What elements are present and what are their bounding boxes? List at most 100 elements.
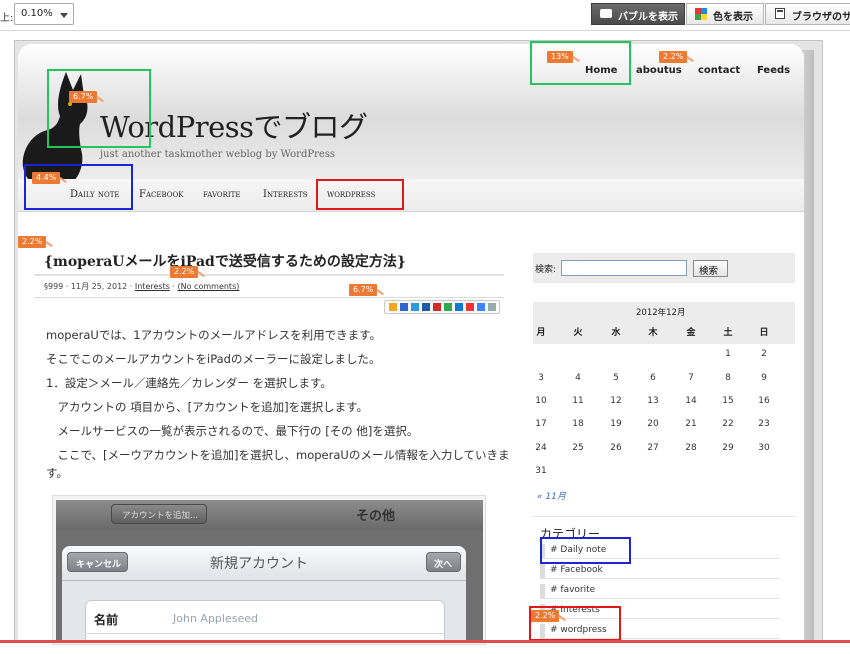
calendar-day: 13 bbox=[647, 396, 659, 406]
divider bbox=[34, 297, 504, 298]
hatena-icon[interactable] bbox=[422, 303, 430, 311]
post-meta: §999 · 11月 25, 2012 · Interests · (No co… bbox=[44, 281, 239, 292]
delicious-icon[interactable] bbox=[400, 303, 408, 311]
calendar-day: 30 bbox=[758, 443, 770, 453]
calendar-day: 9 bbox=[761, 373, 767, 383]
calendar-day: 25 bbox=[572, 443, 584, 453]
calendar-day: 20 bbox=[647, 419, 659, 429]
click-rate-badge: 2.2% bbox=[531, 610, 560, 622]
divider bbox=[34, 274, 504, 276]
show-colors-button[interactable]: 色を表示 bbox=[686, 3, 764, 25]
nav-contact[interactable]: contact bbox=[698, 65, 740, 76]
calendar-day: 7 bbox=[688, 373, 694, 383]
calendar-weekday: 土 bbox=[723, 328, 733, 338]
calendar-day: 11 bbox=[572, 396, 584, 406]
calendar-day: 26 bbox=[610, 443, 622, 453]
ipad-back-label: アカウントを追加... bbox=[122, 511, 199, 521]
post-category-link[interactable]: Interests bbox=[135, 282, 170, 291]
share-icon[interactable] bbox=[389, 303, 397, 311]
calendar-day: 28 bbox=[685, 443, 697, 453]
calendar-day: 1 bbox=[725, 349, 731, 359]
category-item[interactable]: # favorite bbox=[540, 584, 780, 599]
nav-facebook[interactable]: Facebook bbox=[139, 189, 183, 200]
search-button[interactable]: 検索 bbox=[693, 260, 728, 277]
zoom-label: 上: bbox=[0, 13, 14, 24]
ipad-next-button: 次へ bbox=[426, 552, 461, 572]
check-icon[interactable] bbox=[477, 303, 485, 311]
search-button-label: 検索 bbox=[699, 266, 719, 277]
calendar-day: 18 bbox=[572, 419, 584, 429]
heatmap-toolbar: 上: 0.10% バブルを表示 色を表示 ブラウザのサ bbox=[0, 0, 850, 31]
zoom-select[interactable]: 0.10% bbox=[14, 3, 74, 25]
calendar-day: 27 bbox=[647, 443, 659, 453]
calendar-day: 31 bbox=[535, 466, 547, 476]
calendar-weekday: 木 bbox=[648, 328, 658, 338]
livedoor-icon[interactable] bbox=[433, 303, 441, 311]
post-paragraph: moperaUでは、1アカウントのメールアドレスを利用できます。 bbox=[46, 328, 381, 342]
calendar-day: 22 bbox=[722, 419, 734, 429]
click-region-box bbox=[540, 537, 631, 564]
pocket-icon[interactable] bbox=[466, 303, 474, 311]
category-item[interactable]: # Facebook bbox=[540, 564, 780, 579]
post-date: §999 · 11月 25, 2012 · bbox=[44, 282, 135, 291]
ipad-nav-title: その他 bbox=[356, 509, 396, 524]
speech-bubble-icon bbox=[600, 9, 612, 18]
color-palette-icon bbox=[695, 8, 707, 20]
calendar-day: 5 bbox=[613, 373, 619, 383]
post-title[interactable]: {moperaUメールをiPadで送受信するための設定方法} bbox=[44, 251, 406, 271]
click-rate-badge: 4.4% bbox=[32, 172, 61, 184]
category-label: # Facebook bbox=[550, 565, 603, 575]
ipad-name-label: 名前 bbox=[94, 613, 119, 627]
post-paragraph: そこでこのメールアカウントをiPadのメーラーに設定しました。 bbox=[46, 352, 381, 366]
nav-interests[interactable]: Interests bbox=[263, 189, 308, 200]
calendar-day: 10 bbox=[535, 396, 547, 406]
browser-window-icon bbox=[775, 8, 785, 19]
nav-feeds[interactable]: Feeds bbox=[757, 65, 790, 76]
calendar-weekday: 月 bbox=[536, 328, 546, 338]
click-region-box bbox=[530, 41, 631, 85]
ipad-cancel-button: キャンセル bbox=[67, 552, 128, 572]
ipad-cancel-label: キャンセル bbox=[76, 560, 122, 570]
calendar-day: 15 bbox=[722, 396, 734, 406]
site-tagline: just another taskmother weblog by WordPr… bbox=[100, 149, 336, 160]
post-paragraph: 1．設定＞メール／連絡先／カレンダー を選択します。 bbox=[46, 376, 332, 390]
calendar-day: 3 bbox=[538, 373, 544, 383]
ipad-modal-title: 新規アカウント bbox=[210, 556, 308, 572]
category-navbar bbox=[18, 179, 804, 212]
post-paragraph: ここで、[メーウアカウントを追加]を選択し、moperaUのメール情報を入力して… bbox=[46, 448, 510, 462]
evernote-icon[interactable] bbox=[444, 303, 452, 311]
ipad-name-placeholder: John Appleseed bbox=[173, 612, 258, 625]
click-rate-badge: 2.2% bbox=[18, 236, 47, 248]
calendar-weekday: 水 bbox=[611, 328, 621, 338]
post-paragraph: メールサービスの一覧が表示されるので、最下行の [その 他]を選択。 bbox=[46, 424, 419, 438]
search-input[interactable] bbox=[561, 260, 687, 276]
post-comments-link[interactable]: (No comments) bbox=[178, 282, 240, 291]
calendar-weekday: 火 bbox=[573, 328, 583, 338]
bookmark-icon[interactable] bbox=[411, 303, 419, 311]
divider bbox=[85, 633, 445, 634]
plus-icon[interactable] bbox=[488, 303, 496, 311]
post-paragraph: アカウントの 項目から、[アカウントを追加]を選択します。 bbox=[46, 400, 368, 414]
calendar-weekday: 金 bbox=[686, 328, 696, 338]
click-rate-badge: 6.7% bbox=[349, 284, 378, 296]
calendar-day: 19 bbox=[610, 419, 622, 429]
calendar-day: 29 bbox=[722, 443, 734, 453]
click-rate-badge: 13% bbox=[547, 51, 573, 63]
click-region-box bbox=[316, 179, 404, 210]
calendar-day: 4 bbox=[575, 373, 581, 383]
calendar-prev-link[interactable]: « 11月 bbox=[537, 489, 566, 502]
show-bubbles-button[interactable]: バブルを表示 bbox=[591, 3, 685, 25]
click-region-box bbox=[24, 164, 133, 210]
click-rate-badge: 6.7% bbox=[69, 91, 98, 103]
calendar-day: 24 bbox=[535, 443, 547, 453]
chevron-down-icon bbox=[60, 13, 68, 18]
calendar-weekday: 日 bbox=[759, 328, 769, 338]
browser-size-button[interactable]: ブラウザのサ bbox=[765, 3, 850, 25]
buzzurl-icon[interactable] bbox=[455, 303, 463, 311]
show-bubbles-label: バブルを表示 bbox=[618, 12, 678, 23]
divider bbox=[533, 516, 795, 517]
ipad-form-row bbox=[85, 600, 445, 643]
nav-aboutus[interactable]: aboutus bbox=[636, 65, 682, 76]
meta-separator: · bbox=[169, 282, 178, 291]
nav-favorite[interactable]: favorite bbox=[203, 189, 240, 200]
